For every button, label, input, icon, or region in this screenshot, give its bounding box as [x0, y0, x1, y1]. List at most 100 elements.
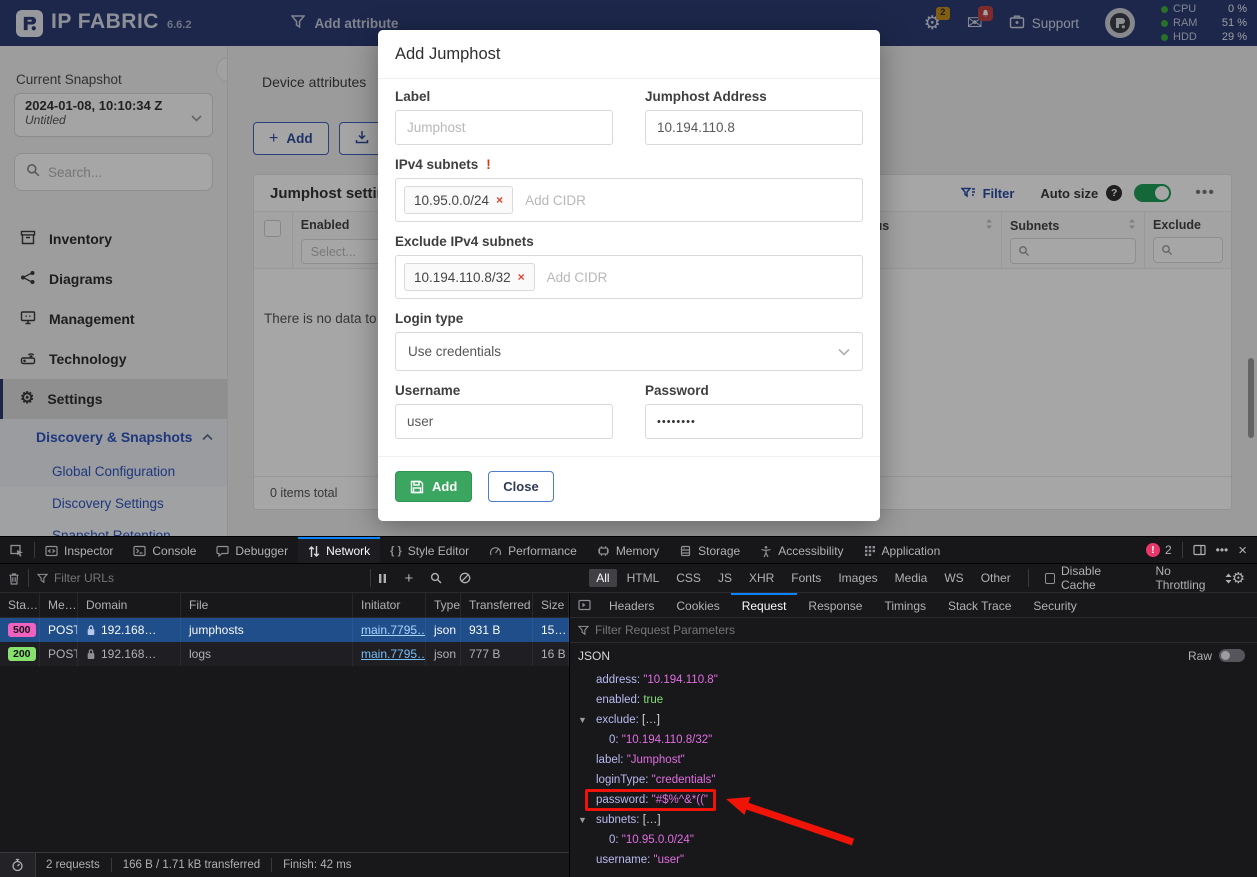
json-property[interactable]: 0: "10.95.0.0/24" [570, 830, 1257, 850]
request-row[interactable]: 200 POST 192.168… logs main.7795… json 7… [0, 642, 569, 666]
filter-urls-input[interactable]: Filter URLs [37, 571, 370, 585]
tab-inspector[interactable]: Inspector [35, 537, 123, 563]
pick-element-button[interactable] [0, 537, 34, 563]
filter-other[interactable]: Other [974, 569, 1018, 587]
error-count-badge[interactable]: !2 [1146, 543, 1172, 557]
debugger-icon [216, 545, 229, 557]
col-domain[interactable]: Domain [78, 593, 181, 617]
col-transferred[interactable]: Transferred [461, 593, 533, 617]
devtools-close-button[interactable]: × [1238, 542, 1247, 559]
col-method[interactable]: Me… [40, 593, 78, 617]
filter-request-parameters-input[interactable]: Filter Request Parameters [570, 618, 1257, 643]
modal-close-button[interactable]: Close [488, 471, 553, 502]
inspector-icon [45, 545, 58, 557]
json-property[interactable]: username: "user" [570, 850, 1257, 870]
tabbar-right: !2 ••• × [1146, 537, 1257, 563]
details-pane-toggle[interactable] [570, 593, 598, 617]
tab-memory[interactable]: Memory [587, 537, 669, 563]
raw-toggle[interactable]: Raw [1188, 649, 1245, 663]
login-type-select[interactable]: Use credentials [395, 332, 863, 371]
save-icon [410, 480, 424, 494]
pause-button[interactable] [378, 573, 387, 584]
json-section-header: JSON Raw [570, 643, 1257, 668]
request-row[interactable]: 500 POST 192.168… jumphosts main.7795… j… [0, 618, 569, 642]
json-property[interactable]: label: "Jumphost" [570, 750, 1257, 770]
storage-icon [679, 545, 692, 557]
tab-style-editor[interactable]: { }Style Editor [380, 537, 479, 563]
subnets-tag-input[interactable]: 10.95.0.0/24× Add CIDR [395, 178, 863, 222]
performance-analysis-button[interactable] [0, 853, 36, 877]
exclude-field-label: Exclude IPv4 subnets [395, 234, 863, 249]
json-property[interactable]: ▼subnets: […] [570, 810, 1257, 830]
col-type[interactable]: Type [426, 593, 461, 617]
exclude-tag-input[interactable]: 10.194.110.8/32× Add CIDR [395, 255, 863, 299]
col-initiator[interactable]: Initiator [353, 593, 426, 617]
split-console-button[interactable] [1193, 544, 1206, 556]
tab-network[interactable]: Network [298, 537, 380, 563]
initiator-link[interactable]: main.7795… [361, 623, 426, 637]
label-input[interactable] [395, 110, 613, 145]
expand-arrow-icon[interactable]: ▼ [578, 810, 587, 830]
raw-toggle-switch[interactable] [1219, 649, 1245, 662]
tab-accessibility[interactable]: Accessibility [750, 537, 853, 563]
json-property[interactable]: address: "10.194.110.8" [570, 670, 1257, 690]
devtools-menu-button[interactable]: ••• [1216, 543, 1229, 557]
json-property[interactable]: loginType: "credentials" [570, 770, 1257, 790]
filter-images[interactable]: Images [831, 569, 884, 587]
filter-css[interactable]: CSS [669, 569, 708, 587]
search-requests-button[interactable] [430, 572, 442, 584]
json-property[interactable]: ▼exclude: […] [570, 710, 1257, 730]
network-icon [308, 545, 320, 558]
json-property[interactable]: enabled: true [570, 690, 1257, 710]
tab-stack-trace[interactable]: Stack Trace [937, 593, 1022, 617]
tab-response[interactable]: Response [797, 593, 873, 617]
console-icon [133, 545, 146, 557]
tab-storage[interactable]: Storage [669, 537, 750, 563]
json-label: JSON [578, 649, 610, 663]
toolbar-icons: + [378, 570, 471, 587]
add-request-button[interactable]: + [404, 570, 413, 587]
modal-add-button[interactable]: Add [395, 471, 472, 502]
expand-arrow-icon[interactable]: ▼ [578, 710, 587, 730]
tab-performance[interactable]: Performance [479, 537, 587, 563]
filter-fonts[interactable]: Fonts [784, 569, 828, 587]
add-jumphost-modal: Add Jumphost Label Jumphost Address IPv4… [378, 30, 880, 521]
col-status[interactable]: Sta… [0, 593, 40, 617]
tab-application[interactable]: Application [854, 537, 951, 563]
json-property-password[interactable]: password: "#$%^&*((" [570, 790, 1257, 810]
request-list-pane: Sta… Me… Domain File Initiator Type Tran… [0, 593, 570, 877]
tab-security[interactable]: Security [1022, 593, 1087, 617]
tab-request[interactable]: Request [731, 593, 798, 617]
accessibility-icon [760, 545, 772, 558]
throttling-select[interactable]: No Throttling [1155, 564, 1231, 592]
network-status-bar: 2 requests 166 B / 1.71 kB transferred F… [0, 852, 569, 877]
tab-headers[interactable]: Headers [598, 593, 665, 617]
add-cidr-placeholder: Add CIDR [547, 270, 608, 285]
filter-html[interactable]: HTML [620, 569, 667, 587]
json-tree: address: "10.194.110.8" enabled: true ▼e… [570, 668, 1257, 877]
remove-tag-icon[interactable]: × [496, 193, 503, 207]
json-property[interactable]: 0: "10.194.110.8/32" [570, 730, 1257, 750]
tab-console[interactable]: Console [123, 537, 206, 563]
username-input[interactable] [395, 404, 613, 439]
tab-timings[interactable]: Timings [873, 593, 937, 617]
remove-tag-icon[interactable]: × [518, 270, 525, 284]
tab-debugger[interactable]: Debugger [206, 537, 298, 563]
filter-media[interactable]: Media [888, 569, 935, 587]
jumphost-address-input[interactable] [645, 110, 863, 145]
password-input[interactable] [645, 404, 863, 439]
col-size[interactable]: Size [533, 593, 569, 617]
block-requests-button[interactable] [459, 572, 471, 584]
filter-js[interactable]: JS [711, 569, 739, 587]
filter-all[interactable]: All [589, 569, 616, 587]
network-settings-gear[interactable]: ⚙ [1232, 569, 1245, 587]
disable-cache-checkbox[interactable]: Disable Cache [1045, 564, 1134, 592]
status-badge: 500 [8, 623, 36, 637]
ipfabric-app: IP FABRIC 6.6.2 Add attribute ⚙2 ✉ Suppo… [0, 0, 1257, 536]
col-file[interactable]: File [181, 593, 353, 617]
initiator-link[interactable]: main.7795… [361, 647, 426, 661]
filter-ws[interactable]: WS [937, 569, 970, 587]
clear-requests-button[interactable] [0, 572, 28, 585]
tab-cookies[interactable]: Cookies [665, 593, 730, 617]
filter-xhr[interactable]: XHR [742, 569, 781, 587]
